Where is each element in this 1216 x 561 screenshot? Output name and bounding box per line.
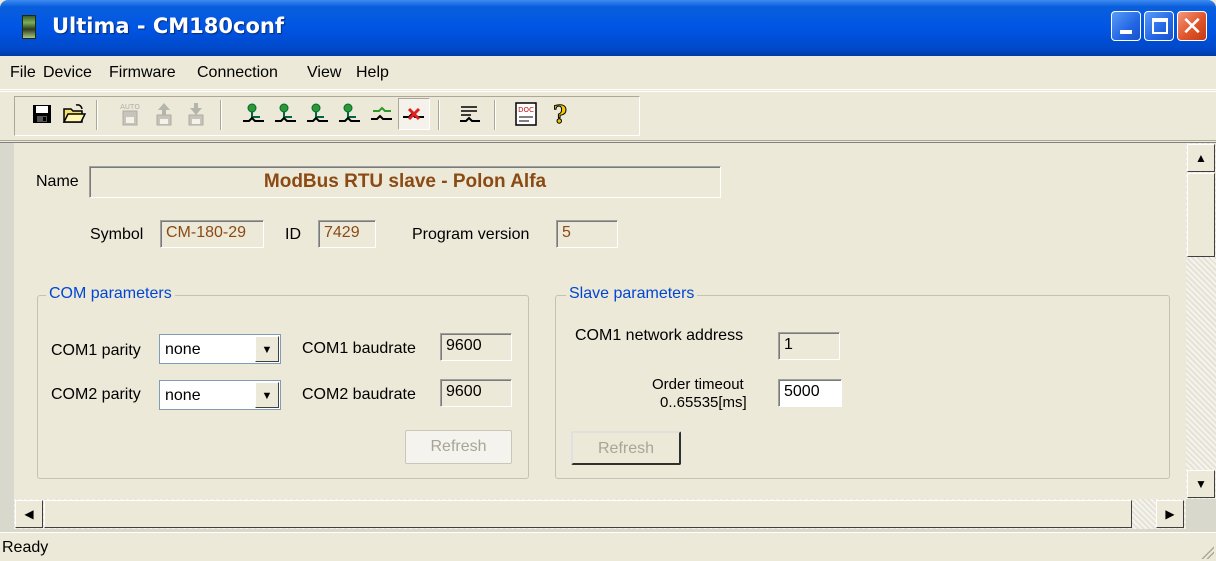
vertical-scroll-thumb[interactable]	[1187, 173, 1215, 257]
title-bar[interactable]: Ultima - CM180conf ✕	[0, 0, 1216, 56]
com-parameters-title: COM parameters	[46, 285, 175, 303]
close-button[interactable]: ✕	[1177, 11, 1207, 41]
auto-label: AUTO	[120, 103, 140, 111]
download-icon[interactable]	[180, 98, 212, 130]
name-label: Name	[36, 173, 79, 190]
svg-text:?: ?	[553, 101, 567, 127]
window-title: Ultima - CM180conf	[52, 14, 284, 38]
order-timeout-input[interactable]: 5000	[778, 379, 842, 407]
toolbar-separator	[438, 100, 440, 130]
save-icon[interactable]	[26, 98, 58, 130]
com2-baudrate-field: 9600	[440, 379, 512, 407]
connect-com2-icon[interactable]	[270, 98, 302, 130]
menu-firmware[interactable]: Firmware	[109, 64, 176, 82]
open-icon[interactable]	[58, 98, 90, 130]
connect-net-icon[interactable]	[366, 98, 398, 130]
vertical-scrollbar[interactable]: ▲ ▼	[1186, 143, 1216, 499]
com2-parity-label: COM2 parity	[51, 386, 141, 403]
scroll-up-button[interactable]: ▲	[1187, 144, 1215, 172]
connect-com4-icon[interactable]	[334, 98, 366, 130]
minimize-button[interactable]	[1111, 11, 1141, 41]
chevron-down-icon[interactable]: ▼	[255, 382, 279, 408]
menu-view[interactable]: View	[307, 64, 341, 82]
scroll-left-button[interactable]: ◀	[15, 500, 43, 528]
menu-help[interactable]: Help	[356, 64, 389, 82]
com1-baudrate-label: COM1 baudrate	[302, 340, 416, 357]
menu-device[interactable]: Device	[43, 64, 92, 82]
order-timeout-range-label: 0..65535[ms]	[660, 394, 747, 411]
help-icon[interactable]: ?	[544, 98, 576, 130]
menu-file[interactable]: File	[10, 64, 36, 82]
app-icon[interactable]	[22, 15, 36, 39]
id-label: ID	[285, 226, 301, 243]
program-version-label: Program version	[412, 226, 530, 243]
menu-connection[interactable]: Connection	[197, 64, 278, 82]
com1-parity-label: COM1 parity	[51, 342, 141, 359]
connect-com3-icon[interactable]	[302, 98, 334, 130]
com1-parity-select[interactable]: none ▼	[159, 334, 281, 364]
toolbar: AUTO DOC ?	[0, 91, 1216, 141]
program-version-field: 5	[556, 220, 618, 248]
maximize-icon	[1152, 18, 1168, 34]
auto-detect-icon[interactable]: AUTO	[114, 98, 146, 130]
com-refresh-button[interactable]: Refresh	[405, 430, 512, 464]
network-address-field: 1	[778, 332, 840, 360]
monitor-icon[interactable]	[454, 98, 486, 130]
configuration-panel: Name ModBus RTU slave - Polon Alfa Symbo…	[14, 143, 1186, 499]
disconnect-icon[interactable]	[398, 98, 430, 130]
client-area: Name ModBus RTU slave - Polon Alfa Symbo…	[0, 142, 1216, 532]
status-bar: Ready	[0, 532, 1216, 561]
toolbar-separator	[494, 100, 496, 130]
scroll-down-button[interactable]: ▼	[1187, 470, 1215, 498]
doc-icon[interactable]: DOC	[510, 98, 542, 130]
menu-bar: File Device Firmware Connection View Hel…	[0, 56, 1216, 90]
toolbar-separator	[220, 100, 222, 130]
device-name-field: ModBus RTU slave - Polon Alfa	[89, 166, 721, 198]
com1-parity-value: none	[165, 341, 201, 358]
close-icon: ✕	[1181, 12, 1203, 42]
network-address-label: COM1 network address	[575, 327, 744, 344]
connect-com1-icon[interactable]	[238, 98, 270, 130]
toolbar-separator	[96, 100, 98, 130]
slave-parameters-title: Slave parameters	[566, 285, 698, 303]
com1-baudrate-field: 9600	[440, 333, 512, 361]
horizontal-scroll-thumb[interactable]	[44, 500, 1132, 528]
com2-baudrate-label: COM2 baudrate	[302, 386, 416, 403]
chevron-down-icon[interactable]: ▼	[255, 336, 279, 362]
slave-refresh-button[interactable]: Refresh	[571, 431, 681, 465]
upload-icon[interactable]	[148, 98, 180, 130]
scroll-right-button[interactable]: ▶	[1156, 500, 1184, 528]
resize-grip-icon[interactable]	[1198, 543, 1214, 559]
com2-parity-value: none	[165, 387, 201, 404]
com2-parity-select[interactable]: none ▼	[159, 380, 281, 410]
order-timeout-label: Order timeout	[652, 376, 744, 393]
maximize-button[interactable]	[1144, 11, 1174, 41]
minimize-icon	[1120, 30, 1132, 34]
id-field: 7429	[318, 220, 376, 248]
symbol-label: Symbol	[90, 226, 144, 243]
horizontal-scrollbar[interactable]: ◀ ▶	[14, 499, 1186, 529]
status-text: Ready	[2, 539, 49, 556]
doc-label: DOC	[518, 106, 534, 114]
symbol-field: CM-180-29	[160, 220, 264, 248]
